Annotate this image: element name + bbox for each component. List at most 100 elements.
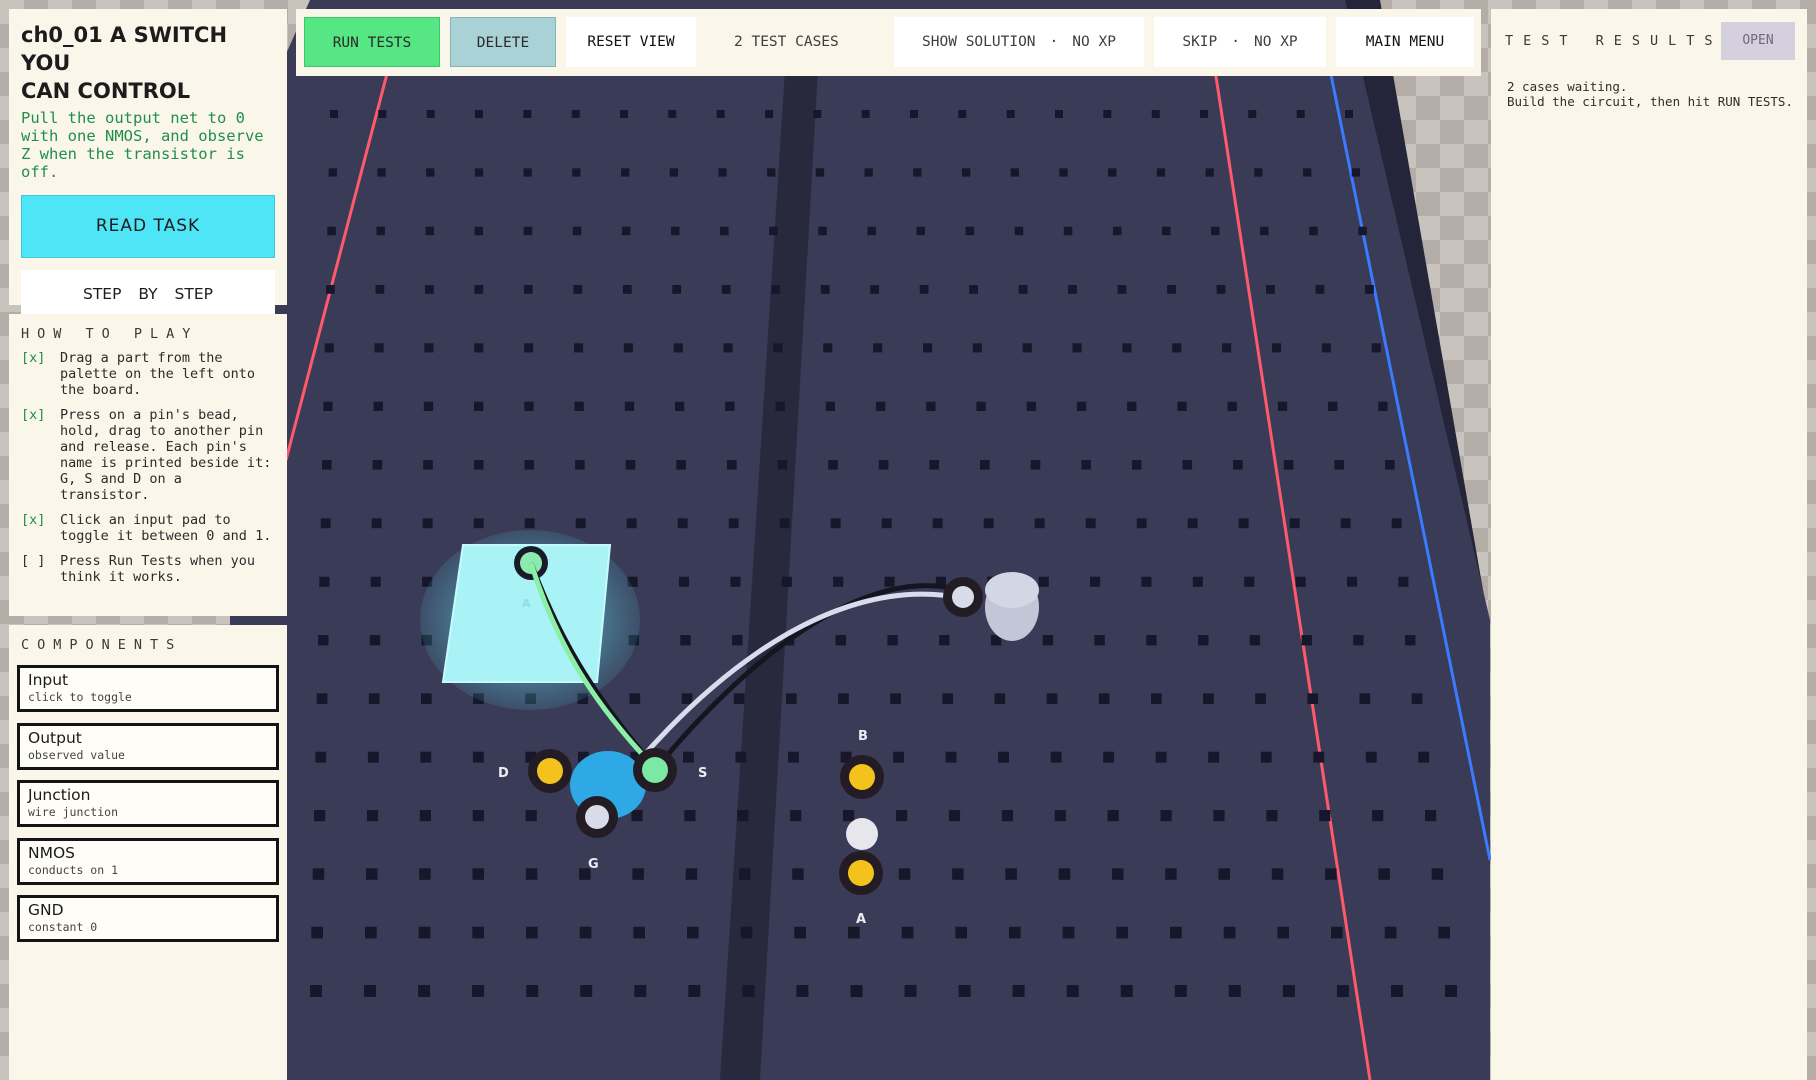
board-hole xyxy=(574,401,584,411)
reset-view-button[interactable]: RESET VIEW xyxy=(566,17,696,67)
component-output[interactable]: Output observed value xyxy=(17,722,279,770)
nmos-drain-label: D xyxy=(498,766,509,781)
board-hole xyxy=(523,226,533,236)
board-hole xyxy=(1301,635,1312,646)
game-viewport[interactable]: A D S G B A ch0_01 A SWITCH YOU CAN CONT… xyxy=(0,0,1816,1080)
board-hole xyxy=(765,110,773,118)
board-hole xyxy=(958,110,967,118)
component-input[interactable]: Input click to toggle xyxy=(17,665,279,712)
component-name: GND xyxy=(28,901,64,919)
board-hole xyxy=(632,868,644,880)
board-hole xyxy=(524,343,534,353)
board-hole xyxy=(1018,285,1028,294)
test-cases-count: 2 TEST CASES xyxy=(706,17,852,67)
board-hole xyxy=(1162,226,1171,236)
board-hole xyxy=(324,343,334,353)
board-hole xyxy=(1211,226,1220,236)
probe-pin[interactable] xyxy=(952,586,974,608)
board-hole xyxy=(1216,285,1226,294)
board-hole xyxy=(955,926,967,939)
board-hole xyxy=(1296,110,1305,118)
show-solution-cost: NO XP xyxy=(1072,34,1116,50)
board-hole xyxy=(1205,168,1214,177)
nmos-source-pin[interactable] xyxy=(642,757,668,783)
output-b-pin[interactable] xyxy=(849,764,875,790)
output-a-pin[interactable] xyxy=(848,860,874,886)
run-tests-button[interactable]: RUN TESTS xyxy=(304,17,440,67)
component-nmos[interactable]: NMOS conducts on 1 xyxy=(17,837,279,885)
board-hole xyxy=(624,401,635,411)
board-hole xyxy=(573,285,583,294)
board-hole xyxy=(1309,226,1318,236)
board-hole xyxy=(1378,401,1388,411)
read-task-button[interactable]: READ TASK xyxy=(21,195,275,258)
board-hole xyxy=(1112,226,1122,236)
nmos-gate-pin[interactable] xyxy=(585,805,609,829)
step-by-step-button[interactable]: STEP BY STEP xyxy=(21,270,275,318)
board-hole xyxy=(850,985,863,997)
board-hole xyxy=(1117,285,1127,294)
board-hole xyxy=(732,635,743,646)
board-hole xyxy=(779,518,790,529)
board-hole xyxy=(1405,635,1416,646)
components-palette: COMPONENTS Input click to toggle Output … xyxy=(9,625,287,1080)
component-subtitle: click to toggle xyxy=(28,690,132,704)
board-hole xyxy=(426,168,435,177)
board-hole xyxy=(835,635,846,646)
separator: · xyxy=(1231,34,1240,50)
board-hole xyxy=(825,401,835,411)
board-hole xyxy=(1151,110,1160,118)
board-hole xyxy=(368,693,380,704)
board-hole xyxy=(1103,110,1112,118)
board-hole xyxy=(1372,810,1384,822)
board-hole xyxy=(524,518,535,529)
delete-button[interactable]: DELETE xyxy=(450,17,556,67)
board-hole xyxy=(314,810,326,822)
open-results-button[interactable]: OPEN xyxy=(1721,22,1795,60)
how-to-step: [x] Click an input pad to toggle it betw… xyxy=(21,512,275,544)
board-hole xyxy=(634,985,647,997)
board-hole xyxy=(1062,926,1075,939)
top-toolbar: RUN TESTS DELETE RESET VIEW 2 TEST CASES… xyxy=(296,9,1481,76)
board-hole xyxy=(680,635,691,646)
board-hole xyxy=(1103,751,1115,763)
component-gnd[interactable]: GND constant 0 xyxy=(17,895,279,942)
board-hole xyxy=(1238,518,1249,529)
board-hole xyxy=(1038,576,1049,587)
board-hole xyxy=(424,343,434,353)
board-hole xyxy=(1328,401,1338,411)
board-hole xyxy=(572,226,582,236)
main-menu-button[interactable]: MAIN MENU xyxy=(1336,17,1474,67)
nmos-drain-pin[interactable] xyxy=(537,758,563,784)
task-title: ch0_01 A SWITCH YOU CAN CONTROL xyxy=(21,23,228,103)
board-hole xyxy=(316,693,328,704)
board-hole xyxy=(1198,635,1209,646)
board-hole xyxy=(425,285,434,294)
skip-button[interactable]: SKIP · NO XP xyxy=(1154,17,1326,67)
board-hole xyxy=(523,168,532,177)
board-hole xyxy=(718,168,727,177)
board-hole xyxy=(1260,226,1269,236)
board-hole xyxy=(327,226,336,236)
board-hole xyxy=(572,168,581,177)
step-text: Drag a part from the palette on the left… xyxy=(60,350,256,398)
board-hole xyxy=(1233,460,1243,470)
board-hole xyxy=(311,926,323,939)
board-hole xyxy=(969,285,978,294)
component-junction[interactable]: Junction wire junction xyxy=(17,780,279,827)
how-to-step: [x] Drag a part from the palette on the … xyxy=(21,350,275,398)
show-solution-button[interactable]: SHOW SOLUTION · NO XP xyxy=(894,17,1144,67)
board-hole xyxy=(472,810,484,822)
board-hole xyxy=(1445,985,1457,997)
board-hole xyxy=(983,518,994,529)
board-hole xyxy=(794,926,806,939)
board-hole xyxy=(939,635,950,646)
board-hole xyxy=(688,985,701,997)
board-hole xyxy=(1345,110,1353,118)
board-hole xyxy=(1177,401,1187,411)
output-a-label: A xyxy=(856,912,867,927)
board-hole xyxy=(1411,693,1423,704)
board-hole xyxy=(1351,168,1360,177)
how-to-step: [x] Press on a pin's bead, hold, drag to… xyxy=(21,407,275,503)
test-results-panel: TEST RESULTS OPEN 2 cases waiting. Build… xyxy=(1491,9,1807,1080)
